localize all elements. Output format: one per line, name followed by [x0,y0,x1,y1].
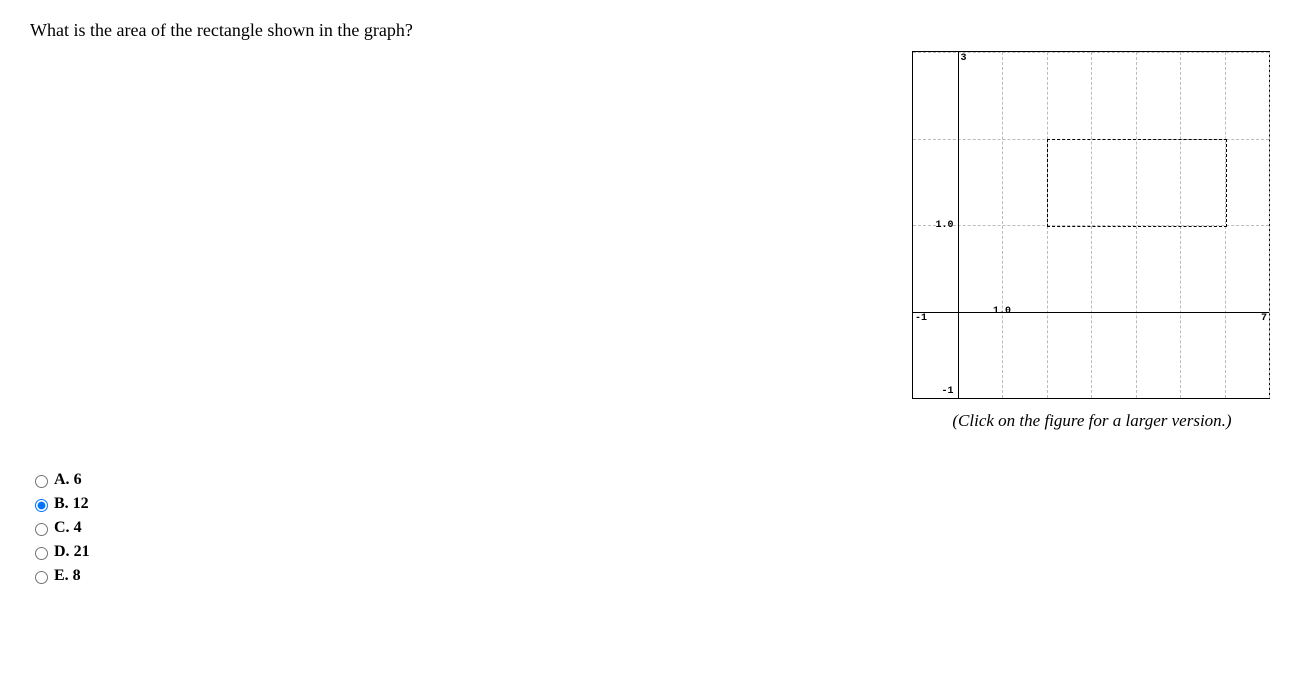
axis-tick-label: 3 [961,53,967,64]
x-axis [913,312,1269,313]
option-radio[interactable] [35,547,48,560]
question-text: What is the area of the rectangle shown … [30,20,1272,41]
option-row: E. 8 [30,567,1272,585]
option-row: A. 6 [30,471,1272,489]
option-label: C. 4 [54,519,82,537]
y-axis [958,52,959,398]
option-value: 12 [73,495,89,512]
option-radio[interactable] [35,571,48,584]
option-label: B. 12 [54,495,89,513]
axis-tick-label: -1 [941,386,953,397]
option-label: E. 8 [54,567,81,585]
graph-figure[interactable]: -1 1.0 7 -1 1.0 3 [912,51,1270,399]
option-letter: A. [54,471,70,488]
option-label: A. 6 [54,471,82,489]
option-value: 6 [74,471,82,488]
axis-tick-label: 1.0 [935,220,953,231]
figure-caption: (Click on the figure for a larger versio… [912,411,1272,431]
answer-options: A. 6B. 12C. 4D. 21E. 8 [30,471,1272,585]
option-radio[interactable] [35,475,48,488]
option-letter: C. [54,519,70,536]
option-letter: B. [54,495,69,512]
option-letter: D. [54,543,70,560]
option-row: B. 12 [30,495,1272,513]
axis-tick-label: 1.0 [993,306,1011,317]
axis-tick-label: -1 [915,313,927,324]
plotted-rectangle [1047,139,1227,228]
option-value: 8 [73,567,81,584]
option-radio[interactable] [35,523,48,536]
axis-tick-label: 7 [1261,313,1267,324]
option-label: D. 21 [54,543,90,561]
option-letter: E. [54,567,69,584]
option-row: C. 4 [30,519,1272,537]
option-value: 4 [74,519,82,536]
option-radio[interactable] [35,499,48,512]
grid-line-vertical [1269,52,1270,398]
option-value: 21 [74,543,90,560]
option-row: D. 21 [30,543,1272,561]
